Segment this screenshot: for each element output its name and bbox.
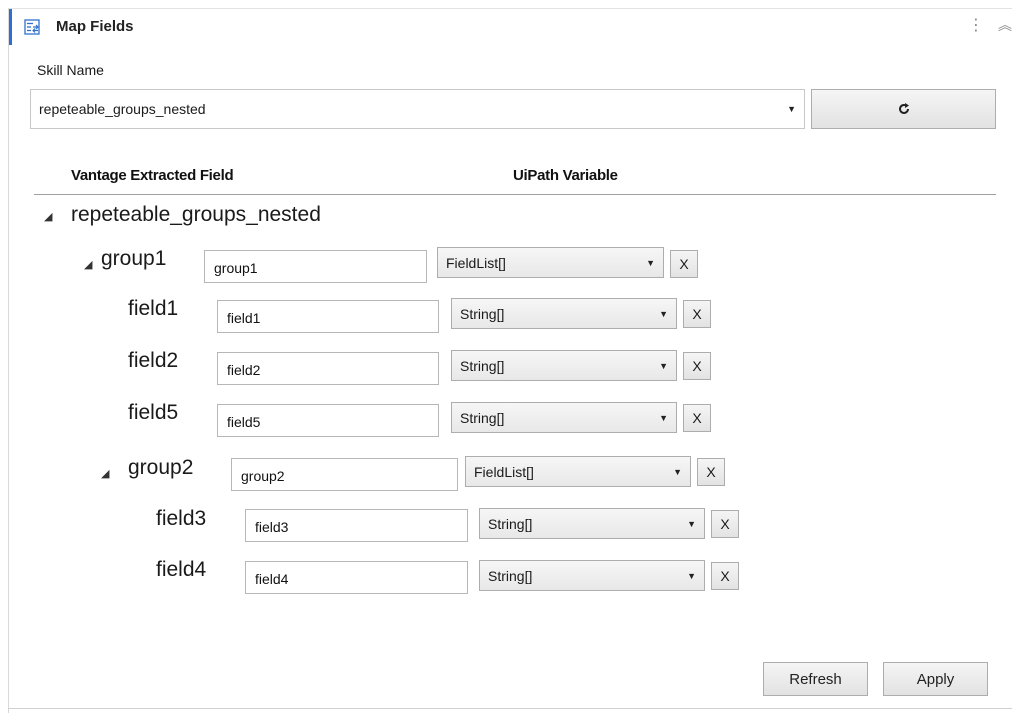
skill-name-dropdown[interactable]: repeteable_groups_nested ▼ [30,89,805,129]
refresh-icon [898,103,909,114]
tree-item-label: field1 [128,297,179,320]
column-header-extracted-field: Vantage Extracted Field [71,167,234,184]
header-divider [34,194,996,195]
tree-item-label: group2 [128,456,194,479]
reload-skills-button[interactable] [811,89,996,129]
tree-item-label: field5 [128,401,179,424]
type-dropdown[interactable]: String[] ▼ [451,350,677,381]
variable-input[interactable]: field5 [217,404,439,437]
type-value: String[] [460,409,505,426]
type-value: String[] [488,515,533,532]
tree-root-label: repeteable_groups_nested [71,203,321,226]
chevron-down-icon: ▼ [659,308,668,319]
variable-input[interactable]: group2 [231,458,458,491]
chevron-down-icon: ▼ [687,570,696,581]
type-value: FieldList[] [474,463,534,480]
panel-title: Map Fields [56,18,134,35]
collapse-group2-icon[interactable]: ◢ [101,467,109,480]
chevron-down-icon: ▼ [659,412,668,423]
type-value: String[] [460,357,505,374]
remove-button[interactable]: X [683,404,711,432]
apply-button[interactable]: Apply [883,662,988,696]
remove-button[interactable]: X [670,250,698,278]
mapping-icon [24,19,40,35]
more-options-icon[interactable]: ⋮ [968,15,984,35]
variable-input[interactable]: field3 [245,509,468,542]
variable-input[interactable]: field2 [217,352,439,385]
chevron-down-icon: ▼ [646,257,655,268]
tree-item-label: field4 [156,558,207,581]
tree-item-label: field3 [156,507,207,530]
type-dropdown[interactable]: String[] ▼ [451,298,677,329]
tree-item-label: field2 [128,349,179,372]
remove-button[interactable]: X [711,510,739,538]
panel-header: Map Fields ⋮ ︽ [9,9,1012,45]
remove-button[interactable]: X [683,352,711,380]
refresh-button[interactable]: Refresh [763,662,868,696]
remove-button[interactable]: X [697,458,725,486]
collapse-icon[interactable]: ︽ [998,15,1012,35]
chevron-down-icon: ▼ [673,466,682,477]
column-header-uipath-variable: UiPath Variable [513,167,618,184]
skill-name-value: repeteable_groups_nested [39,101,206,117]
collapse-group1-icon[interactable]: ◢ [84,258,92,271]
panel-bottom-border [8,708,1012,709]
variable-input[interactable]: group1 [204,250,427,283]
chevron-down-icon: ▼ [687,518,696,529]
type-dropdown[interactable]: String[] ▼ [479,560,705,591]
type-dropdown[interactable]: String[] ▼ [451,402,677,433]
type-dropdown[interactable]: FieldList[] ▼ [465,456,691,487]
chevron-down-icon: ▼ [787,104,796,114]
type-value: String[] [460,305,505,322]
variable-input[interactable]: field4 [245,561,468,594]
type-value: FieldList[] [446,254,506,271]
type-dropdown[interactable]: String[] ▼ [479,508,705,539]
variable-input[interactable]: field1 [217,300,439,333]
remove-button[interactable]: X [711,562,739,590]
type-dropdown[interactable]: FieldList[] ▼ [437,247,664,278]
chevron-down-icon: ▼ [659,360,668,371]
remove-button[interactable]: X [683,300,711,328]
collapse-root-icon[interactable]: ◢ [44,210,52,223]
skill-name-label: Skill Name [37,62,104,78]
tree-item-label: group1 [101,247,167,270]
type-value: String[] [488,567,533,584]
